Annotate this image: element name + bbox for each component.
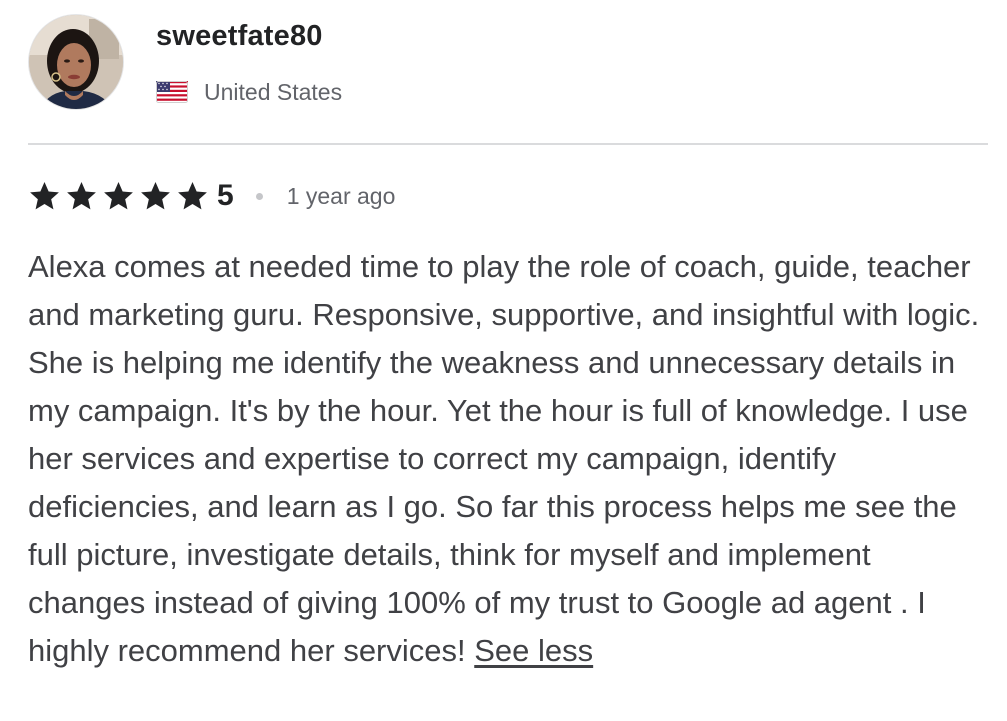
star-icon: [30, 182, 59, 210]
star-icon: [67, 182, 96, 210]
us-flag-icon: [156, 81, 188, 103]
reviewer-country: United States: [204, 78, 343, 105]
star-rating: [28, 180, 213, 212]
review-time: 1 year ago: [286, 182, 396, 209]
avatar-photo-icon: [29, 15, 123, 109]
rating-value: 5: [217, 179, 234, 212]
see-less-link[interactable]: See less: [474, 633, 593, 668]
review-card: sweetfate80 United States 5 1 year ago A…: [0, 0, 1007, 721]
reviewer-username[interactable]: sweetfate80: [156, 20, 323, 53]
review-text: Alexa comes at needed time to play the r…: [28, 243, 993, 675]
reviewer-country-row: United States: [156, 77, 342, 107]
star-icon: [178, 182, 207, 210]
separator-dot: [255, 192, 263, 200]
rating-row: 5 1 year ago: [28, 178, 395, 214]
review-body: Alexa comes at needed time to play the r…: [28, 249, 980, 668]
divider: [28, 143, 988, 145]
star-icon: [104, 182, 133, 210]
reviewer-avatar[interactable]: [28, 14, 124, 110]
star-icon: [141, 182, 170, 210]
